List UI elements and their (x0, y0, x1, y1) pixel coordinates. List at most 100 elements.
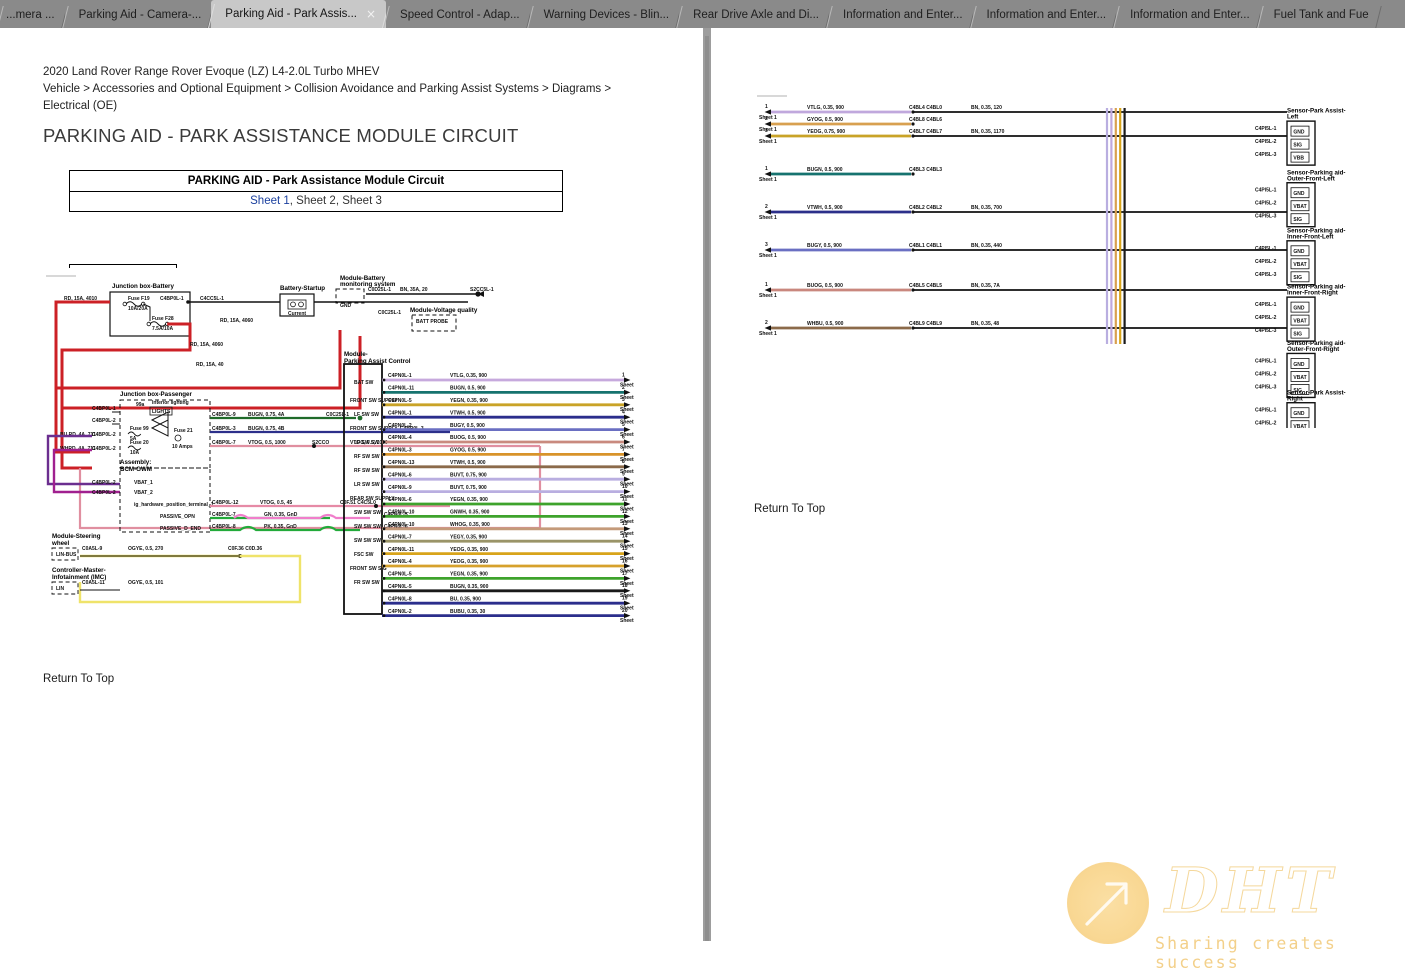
tab-label: Parking Aid - Camera-... (78, 9, 202, 21)
wire-connector-label: C4PN0L-10 (388, 522, 415, 528)
svg-text:C0C25L-1: C0C25L-1 (326, 412, 349, 418)
wire-spec-label: BUVT, 0.75, 900 (450, 485, 487, 491)
svg-text:1: 1 (765, 104, 768, 110)
browser-tab[interactable]: ...mera ... (0, 2, 65, 28)
wire-connector-label: C4PN0L-4 (388, 559, 412, 565)
wire-connector-label: C4PN0L-2 (388, 423, 412, 429)
wire-connector-label: C4BL9 C4BL9 (909, 321, 942, 327)
svg-text:Fuse F19: Fuse F19 (128, 296, 150, 302)
sheet-links-rest: , Sheet 2, Sheet 3 (289, 195, 382, 207)
wire-connector-label: C4BL7 C4BL7 (909, 129, 942, 135)
svg-text:OGYE, 0.5, 270: OGYE, 0.5, 270 (128, 546, 164, 552)
svg-text:OGYE, 0.5, 101: OGYE, 0.5, 101 (128, 580, 164, 586)
svg-text:C4BP0L-2: C4BP0L-2 (92, 490, 116, 496)
svg-text:18: 18 (622, 583, 628, 589)
svg-text:C4PI5L-1: C4PI5L-1 (1255, 126, 1277, 132)
return-to-top-link-right[interactable]: Return To Top (754, 503, 825, 515)
browser-tab[interactable]: Speed Control - Adap... (386, 2, 530, 28)
svg-text:10A/20A: 10A/20A (128, 306, 148, 312)
svg-text:C0A5L-11: C0A5L-11 (82, 580, 105, 586)
svg-text:BN, 0.35, 440: BN, 0.35, 440 (971, 243, 1002, 249)
svg-text:BCM-GWM: BCM-GWM (120, 466, 152, 473)
page-gutter (703, 28, 711, 941)
svg-text:BAT SW: BAT SW (354, 380, 374, 386)
svg-text:Fuse 20: Fuse 20 (130, 440, 149, 446)
svg-text:Module-Steering: Module-Steering (52, 533, 101, 540)
return-to-top-link-left[interactable]: Return To Top (43, 673, 114, 685)
svg-text:RD, 15A, 4060: RD, 15A, 4060 (190, 342, 223, 348)
browser-tab[interactable]: Rear Drive Axle and Di... (679, 2, 829, 28)
wire-connector-label: C4BL2 C4BL2 (909, 205, 942, 211)
svg-text:Sheet 1: Sheet 1 (759, 253, 777, 259)
svg-text:BUGN, 0.75, 4B: BUGN, 0.75, 4B (248, 426, 285, 432)
wire-spec-label: GYOG, 0.5, 900 (450, 448, 486, 454)
svg-text:C4BP0L-3: C4BP0L-3 (212, 426, 236, 432)
svg-text:Sheet 1: Sheet 1 (759, 127, 777, 133)
svg-text:13: 13 (622, 521, 628, 527)
svg-text:Outer-Front-Right: Outer-Front-Right (1287, 346, 1339, 353)
svg-text:C4PI5L-1: C4PI5L-1 (1255, 302, 1277, 308)
wiring-diagram-sheet-1: Junction box-Battery Fuse F19 10A/20A Fu… (40, 268, 660, 668)
wire-spec-label: BUGN, 0.35, 900 (450, 584, 489, 590)
svg-text:BN, 0.35, 7A: BN, 0.35, 7A (971, 283, 1000, 289)
wire-spec-label: BUGY, 0.5, 900 (450, 423, 485, 429)
wire-connector-label: C4BL5 C4BL5 (909, 283, 942, 289)
svg-text:Fuse 99: Fuse 99 (130, 426, 149, 432)
browser-tab[interactable]: Information and Enter... (829, 2, 973, 28)
svg-text:Right: Right (1287, 395, 1303, 402)
connector-pin-label: VBAT (1293, 262, 1306, 268)
svg-text:2: 2 (765, 320, 768, 326)
browser-tab-strip[interactable]: ...mera ... Parking Aid - Camera-... Par… (0, 0, 1405, 29)
wire-spec-label: YEGN, 0.35, 900 (450, 497, 488, 503)
tab-label: Fuel Tank and Fue (1273, 9, 1369, 21)
browser-tab[interactable]: Information and Enter... (972, 2, 1117, 28)
browser-tab-active[interactable]: Parking Aid - Park Assis... × (211, 0, 387, 28)
svg-text:Module-: Module- (344, 351, 368, 358)
svg-text:1: 1 (765, 166, 768, 172)
wire-spec-label: YEGY, 0.35, 900 (450, 534, 487, 540)
svg-text:PK, 0.35, GnD: PK, 0.35, GnD (264, 524, 297, 530)
svg-text:LF SW SW: LF SW SW (354, 412, 379, 418)
wire-spec-label: BUOG, 0.5, 900 (807, 283, 843, 289)
svg-text:9: 9 (622, 472, 625, 478)
document-viewport[interactable]: 2020 Land Rover Range Rover Evoque (LZ) … (0, 28, 1405, 972)
svg-text:19: 19 (622, 596, 628, 602)
wire-connector-label: C4PN0L-5 (388, 572, 412, 578)
wire-spec-label: WHOG, 0.35, 900 (450, 522, 490, 528)
wire-spec-label: BUGN, 0.5, 900 (450, 386, 486, 392)
sheet-1-link[interactable]: Sheet 1 (250, 195, 290, 207)
svg-text:Junction box-Passenger: Junction box-Passenger (120, 391, 192, 398)
svg-text:Parking Assist Control: Parking Assist Control (344, 358, 411, 365)
browser-tab[interactable]: Warning Devices - Blin... (529, 2, 680, 28)
svg-text:8: 8 (622, 459, 625, 465)
svg-text:Sheet 1: Sheet 1 (759, 331, 777, 337)
svg-text:10 Amps: 10 Amps (172, 444, 193, 450)
svg-text:C4BP0L-8: C4BP0L-8 (212, 524, 236, 530)
svg-text:C4PI5L-3: C4PI5L-3 (1255, 384, 1277, 390)
svg-text:1: 1 (765, 282, 768, 288)
svg-text:10A: 10A (130, 450, 140, 456)
wire-connector-label: C4PN0L-5 (388, 584, 412, 590)
browser-tab[interactable]: Fuel Tank and Fue (1259, 2, 1379, 28)
svg-text:VBAT_1: VBAT_1 (134, 480, 153, 486)
browser-tab[interactable]: Parking Aid - Camera-... (64, 2, 212, 28)
svg-text:C0D25L-1: C0D25L-1 (368, 287, 391, 293)
browser-tab[interactable]: Information and Enter... (1116, 2, 1260, 28)
svg-text:14: 14 (622, 534, 628, 540)
svg-text:SW SW SW: SW SW SW (354, 524, 381, 530)
wire-connector-label: C4PN0L-3 (388, 448, 412, 454)
svg-text:VTOG, 0.5, 1000: VTOG, 0.5, 1000 (248, 440, 286, 446)
tab-label: Information and Enter... (843, 9, 963, 21)
wire-connector-label: C4PN0L-5 (388, 398, 412, 404)
connector-pin-label: GND (1293, 362, 1305, 368)
wire-spec-label: BUBU, 0.35, 30 (450, 609, 486, 615)
svg-text:C4PI5L-2: C4PI5L-2 (1255, 139, 1277, 145)
wire-spec-label: BUGY, 0.5, 900 (807, 243, 842, 249)
svg-text:20: 20 (622, 608, 628, 614)
svg-text:RF SW SW: RF SW SW (354, 454, 380, 460)
close-icon[interactable]: × (366, 8, 376, 20)
wire-spec-label: YEOG, 0.35, 900 (450, 559, 488, 565)
connector-pin-label: GND (1293, 306, 1305, 312)
svg-text:VTOG, 0.5, 45: VTOG, 0.5, 45 (260, 500, 292, 506)
svg-text:4: 4 (622, 410, 625, 416)
